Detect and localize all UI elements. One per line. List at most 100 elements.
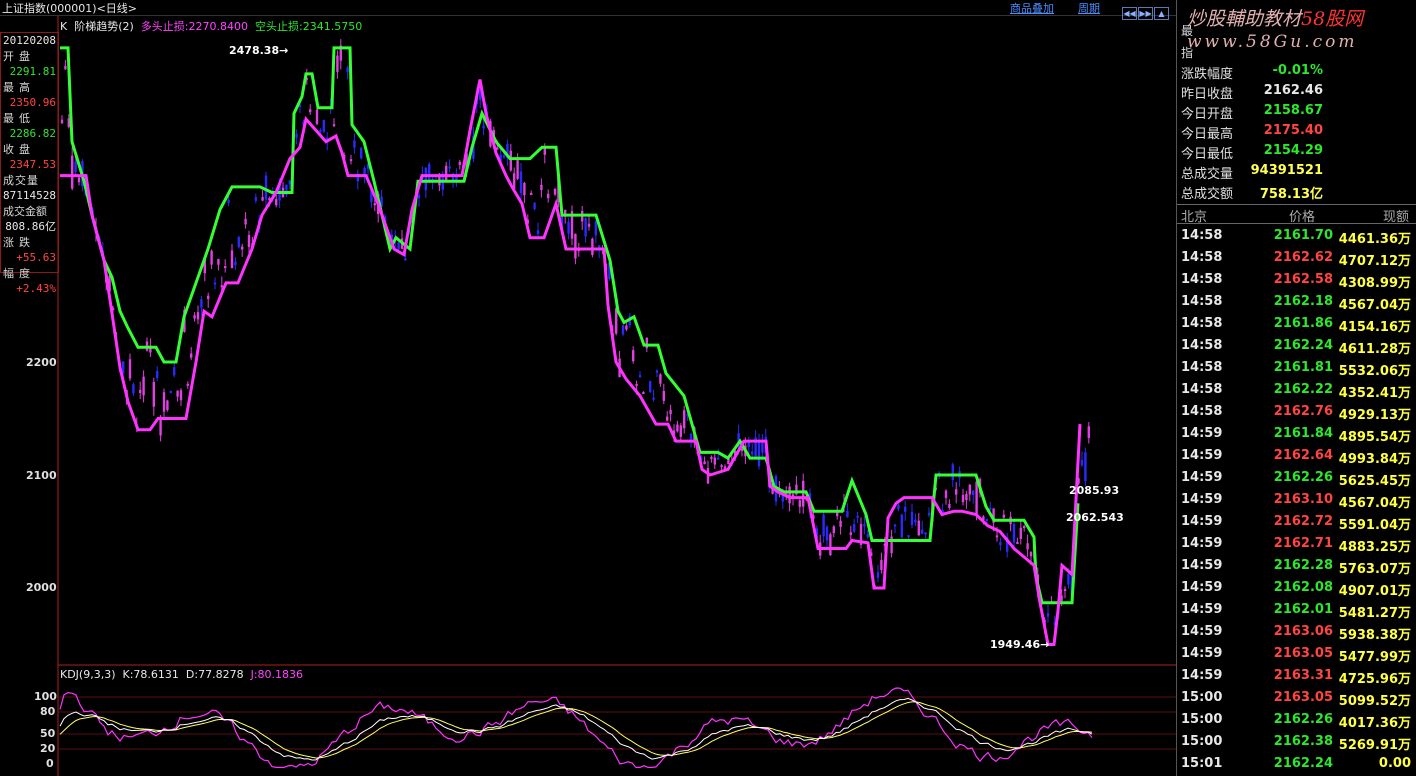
- candle-body: [927, 512, 931, 516]
- candle-body: [166, 400, 169, 411]
- candle-body: [190, 353, 193, 358]
- tick-row: 14:59 2163.10 4567.04万: [1177, 489, 1416, 511]
- candle-body: [288, 180, 291, 185]
- tick-row: 14:58 2162.62 4707.12万: [1177, 247, 1416, 269]
- candle-body: [965, 494, 968, 501]
- candle-body: [802, 480, 805, 507]
- candle-body: [655, 370, 659, 373]
- tick-volume: 4461.36万: [1338, 232, 1411, 247]
- tick-volume: 4352.41万: [1338, 386, 1411, 401]
- tick-row: 15:00 2162.38 5269.91万: [1177, 731, 1416, 753]
- side-char-1: 最: [1181, 24, 1194, 38]
- candle-body: [836, 512, 839, 517]
- candle-body: [1067, 574, 1070, 585]
- candle-body: [825, 526, 829, 541]
- candle-body: [900, 514, 903, 538]
- candle-body: [1016, 542, 1019, 545]
- stat-row: 今日最高 2175.40: [1181, 123, 1413, 143]
- candle-body: [322, 120, 325, 132]
- candle-body: [173, 367, 176, 376]
- candle-body: [1046, 613, 1050, 617]
- tick-volume: 4017.36万: [1338, 716, 1411, 731]
- tick-time: 14:59: [1181, 448, 1223, 463]
- tick-volume: 5477.99万: [1338, 650, 1411, 665]
- info-close: 2347.53: [9, 158, 56, 171]
- candle-body: [353, 140, 356, 148]
- price-chart[interactable]: [0, 0, 1176, 776]
- tick-volume: 4907.01万: [1338, 584, 1411, 599]
- candle-body: [254, 197, 257, 201]
- candle-body: [230, 250, 234, 269]
- candle-body: [176, 390, 179, 397]
- candle-body: [530, 193, 533, 196]
- tick-time: 14:58: [1181, 228, 1223, 243]
- long-stop-line: [60, 79, 1082, 646]
- kdj-j-value: J:80.1836: [250, 668, 304, 681]
- tick-price: 2162.01: [1273, 602, 1333, 617]
- candle-body: [482, 125, 485, 129]
- tick-volume: 5938.38万: [1338, 628, 1411, 643]
- period-link[interactable]: 周期: [1078, 0, 1100, 16]
- candle-body: [574, 233, 577, 259]
- candle-body: [516, 160, 519, 179]
- tick-volume: 4567.04万: [1338, 496, 1411, 511]
- kdj-legend: KDJ(9,3,3) K:78.6131 D:77.8278 J:80.1836: [60, 668, 303, 681]
- up-arrow-icon[interactable]: ▲: [1154, 7, 1169, 20]
- candle-body: [186, 383, 189, 386]
- tick-row: 14:59 2162.01 5481.27万: [1177, 599, 1416, 621]
- candle-body: [1026, 543, 1029, 550]
- candle-body: [536, 230, 540, 235]
- candle-body: [349, 159, 353, 162]
- candle-body: [502, 155, 506, 158]
- next-arrow-icon[interactable]: ▶▶: [1138, 7, 1153, 20]
- candle-body: [567, 221, 570, 234]
- candle-body: [999, 542, 1002, 546]
- kdj-level-label: 80: [40, 705, 56, 718]
- candle-body: [853, 524, 856, 532]
- tick-time: 14:59: [1181, 668, 1223, 683]
- watermark-text: 炒股輔助教材: [1187, 8, 1302, 30]
- short-stop-value: 空头止损:2341.5750: [255, 20, 363, 33]
- tick-volume: 4725.96万: [1338, 672, 1411, 687]
- candle-body: [907, 535, 910, 538]
- candle-body: [676, 424, 679, 432]
- candle-body: [128, 359, 132, 379]
- kdj-d-value: D:77.8278: [185, 668, 244, 681]
- candle-body: [703, 461, 706, 465]
- tick-volume: 4993.84万: [1338, 452, 1411, 467]
- tick-time: 14:59: [1181, 514, 1223, 529]
- tick-volume: 4883.25万: [1338, 540, 1411, 555]
- candle-body: [995, 535, 999, 538]
- candle-body: [74, 161, 77, 173]
- tick-row: 14:59 2162.26 5625.45万: [1177, 467, 1416, 489]
- tick-time: 14:59: [1181, 580, 1223, 595]
- candle-body: [829, 534, 832, 556]
- candle-body: [169, 390, 172, 393]
- candle-body: [509, 150, 512, 171]
- tick-row: 14:59 2163.31 4725.96万: [1177, 665, 1416, 687]
- candlestick-series: [60, 39, 1090, 634]
- right-top-annotation: 2085.93: [1069, 484, 1120, 497]
- candle-body: [519, 171, 523, 194]
- candle-body: [584, 218, 587, 237]
- tick-volume: 4611.28万: [1338, 342, 1411, 357]
- tick-price: 2162.38: [1273, 734, 1333, 749]
- tick-time: 15:01: [1181, 756, 1223, 771]
- candle-body: [142, 376, 145, 396]
- candle-body: [863, 524, 866, 527]
- candle-body: [625, 325, 628, 330]
- kdj-j-line: [59, 687, 1093, 769]
- stack-link[interactable]: 商品叠加: [1010, 0, 1054, 16]
- stat-row: 涨跌幅度 -0.01%: [1181, 63, 1413, 83]
- col-volume: 现额: [1383, 210, 1410, 225]
- tick-row: 14:59 2162.71 4883.25万: [1177, 533, 1416, 555]
- tick-price: 2162.62: [1273, 250, 1333, 265]
- prev-arrow-icon[interactable]: ◀◀: [1122, 7, 1137, 20]
- candle-body: [944, 490, 948, 498]
- stat-label: 涨跌幅度: [1181, 67, 1234, 82]
- candle-body: [751, 451, 754, 455]
- tick-row: 14:58 2161.81 5532.06万: [1177, 357, 1416, 379]
- stat-label: 总成交额: [1181, 187, 1234, 202]
- tick-time: 14:58: [1181, 338, 1223, 353]
- candle-body: [156, 370, 159, 379]
